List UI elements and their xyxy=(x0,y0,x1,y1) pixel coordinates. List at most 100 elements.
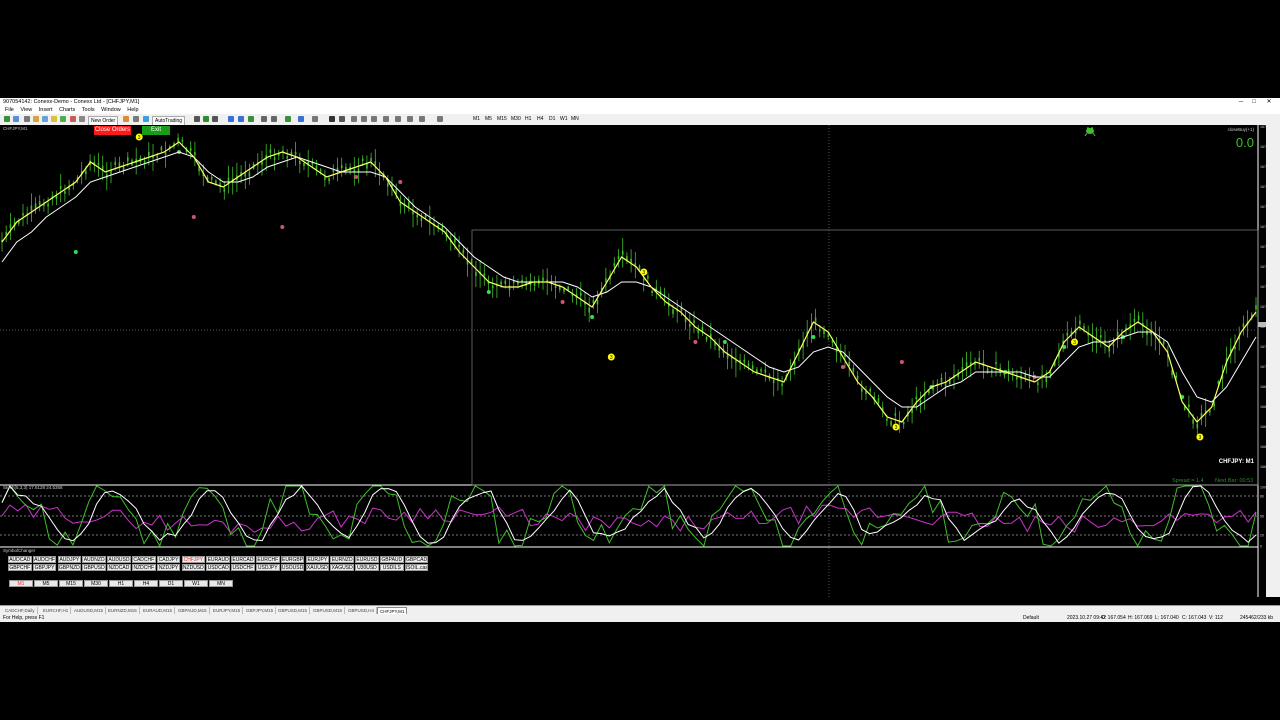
symbol-button-chfjpy[interactable]: CHFJPY xyxy=(181,556,206,563)
signals-icon[interactable] xyxy=(143,116,149,122)
symbol-button-cadchf[interactable]: CADCHF xyxy=(132,556,156,563)
menu-insert[interactable]: Insert xyxy=(39,106,53,114)
symbol-button-eurchf[interactable]: EURCHF xyxy=(256,556,280,563)
history-icon[interactable] xyxy=(79,116,85,122)
zoom-in-icon[interactable] xyxy=(228,116,234,122)
tf-h4-button[interactable]: H4 xyxy=(537,116,543,123)
menu-view[interactable]: View xyxy=(20,106,32,114)
maximize-icon[interactable]: □ xyxy=(1249,98,1259,106)
chart-tab[interactable]: EURAUD,M15 xyxy=(141,607,176,614)
symbol-button-gbpjpy[interactable]: GBPJPY xyxy=(32,564,57,571)
symbol-button-audusd[interactable]: AUDUSD xyxy=(107,556,131,563)
symbol-button-usdcad[interactable]: USDCAD xyxy=(206,564,230,571)
bar-chart-icon[interactable] xyxy=(194,116,200,122)
zoom-out-icon[interactable] xyxy=(238,116,244,122)
timeframe-button-mn[interactable]: MN xyxy=(209,580,233,587)
new-chart-icon[interactable] xyxy=(4,116,10,122)
chart-tab[interactable]: GBPUSD,M15 xyxy=(276,607,311,614)
exit-button[interactable]: Exit xyxy=(142,126,170,135)
chart-tab[interactable]: EURNZD,M15 xyxy=(106,607,140,614)
periods-icon[interactable] xyxy=(298,116,304,122)
chart-tab[interactable]: AUDUSD,M15 xyxy=(72,607,107,614)
text-icon[interactable] xyxy=(407,116,413,122)
symbol-button-cadjpy[interactable]: CADJPY xyxy=(156,556,181,563)
vertical-line-icon[interactable] xyxy=(351,116,357,122)
symbol-button-xagusd[interactable]: XAGUSD xyxy=(330,564,354,571)
crosshair-icon[interactable] xyxy=(339,116,345,122)
terminal-icon[interactable] xyxy=(51,116,57,122)
tf-m5-button[interactable]: M5 xyxy=(485,116,492,123)
symbol-button-isoilcash[interactable]: ISOIL.cash xyxy=(404,564,429,571)
close-icon[interactable]: ✕ xyxy=(1264,98,1274,106)
timeframe-button-m5[interactable]: M5 xyxy=(34,580,58,587)
menu-help[interactable]: Help xyxy=(127,106,138,114)
symbol-button-usdjpy[interactable]: USDJPY xyxy=(256,564,280,571)
symbol-button-eurjpy[interactable]: EURJPY xyxy=(305,556,330,563)
symbol-button-eurcad[interactable]: EURCAD xyxy=(231,556,255,563)
tile-windows-icon[interactable] xyxy=(248,116,254,122)
new-order-button[interactable]: New Order xyxy=(88,115,119,126)
symbol-button-usdchf[interactable]: USDCHF xyxy=(231,564,255,571)
timeframe-button-m1[interactable]: M1 xyxy=(9,580,33,587)
symbol-button-xauusd[interactable]: XAUUSD xyxy=(305,564,330,571)
price-chart[interactable]: 333333 167.255167.235167.215167.195167.1… xyxy=(0,125,1266,597)
symbol-button-audcad[interactable]: AUDCAD xyxy=(8,556,32,563)
candlestick-icon[interactable] xyxy=(203,116,209,122)
tf-m1-button[interactable]: M1 xyxy=(473,116,480,123)
symbol-button-gbpcad[interactable]: GBPCAD xyxy=(404,556,429,563)
tester-icon[interactable] xyxy=(60,116,66,122)
minimize-icon[interactable]: ─ xyxy=(1236,98,1246,106)
chart-tab[interactable]: CADCHF,Daily xyxy=(3,607,38,614)
tf-m15-button[interactable]: M15 xyxy=(497,116,507,123)
templates-icon[interactable] xyxy=(312,116,318,122)
data-window-icon[interactable] xyxy=(33,116,39,122)
close-orders-button[interactable]: Close Orders xyxy=(94,126,131,135)
chart-window[interactable]: 333333 167.255167.235167.215167.195167.1… xyxy=(0,125,1266,597)
autotrading-button[interactable]: AutoTrading xyxy=(152,115,186,126)
symbol-button-eurusd[interactable]: EURUSD xyxy=(355,556,379,563)
symbol-button-gbpaud[interactable]: GBPAUD xyxy=(380,556,404,563)
timeframe-button-h4[interactable]: H4 xyxy=(134,580,158,587)
symbol-button-nzdchf[interactable]: NZDCHF xyxy=(132,564,156,571)
chart-tab[interactable]: GBPUSD,H4 xyxy=(346,607,378,614)
chart-tab[interactable]: EURCHF,H1 xyxy=(41,607,72,614)
timeframe-button-m30[interactable]: M30 xyxy=(84,580,108,587)
symbol-button-eurnzd[interactable]: EURNZD xyxy=(330,556,354,563)
symbol-button-nzdusd[interactable]: NZDUSD xyxy=(181,564,206,571)
label-icon[interactable] xyxy=(419,116,425,122)
options-icon[interactable] xyxy=(70,116,76,122)
menu-window[interactable]: Window xyxy=(101,106,121,114)
trendline-icon[interactable] xyxy=(371,116,377,122)
symbol-button-audnzd[interactable]: AUDNZD xyxy=(82,556,106,563)
menu-file[interactable]: File xyxy=(5,106,14,114)
symbol-button-u30usd[interactable]: U30USD xyxy=(355,564,379,571)
market-watch-icon[interactable] xyxy=(24,116,30,122)
chart-tab[interactable]: EURJPY,M15 xyxy=(211,607,244,614)
vertical-scrollbar[interactable] xyxy=(1266,125,1280,597)
symbol-button-nzdjpy[interactable]: NZDJPY xyxy=(156,564,181,571)
indicators-icon[interactable] xyxy=(285,116,291,122)
profiles-icon[interactable] xyxy=(13,116,19,122)
chart-tab[interactable]: GBPJPY,M15 xyxy=(244,607,277,614)
symbol-button-usousd[interactable]: USOUSD xyxy=(280,564,305,571)
fibonacci-icon[interactable] xyxy=(395,116,401,122)
timeframe-button-w1[interactable]: W1 xyxy=(184,580,208,587)
line-chart-icon[interactable] xyxy=(212,116,218,122)
cursor-icon[interactable] xyxy=(329,116,335,122)
symbol-button-audjpy[interactable]: AUDJPY xyxy=(57,556,82,563)
tf-w1-button[interactable]: W1 xyxy=(560,116,568,123)
chart-tab[interactable]: GBPAUD,M15 xyxy=(176,607,210,614)
arrows-icon[interactable] xyxy=(437,116,443,122)
timeframe-button-h1[interactable]: H1 xyxy=(109,580,133,587)
navigator-icon[interactable] xyxy=(42,116,48,122)
symbol-button-audchf[interactable]: AUDCHF xyxy=(32,556,57,563)
metaeditor-icon[interactable] xyxy=(123,116,129,122)
menu-tools[interactable]: Tools xyxy=(82,106,95,114)
symbol-button-euraud[interactable]: EURAUD xyxy=(206,556,230,563)
symbol-button-gbpusd[interactable]: GBPUSD xyxy=(82,564,106,571)
timeframe-button-d1[interactable]: D1 xyxy=(159,580,183,587)
channel-icon[interactable] xyxy=(383,116,389,122)
menu-charts[interactable]: Charts xyxy=(59,106,75,114)
tf-m30-button[interactable]: M30 xyxy=(511,116,521,123)
tf-d1-button[interactable]: D1 xyxy=(549,116,555,123)
